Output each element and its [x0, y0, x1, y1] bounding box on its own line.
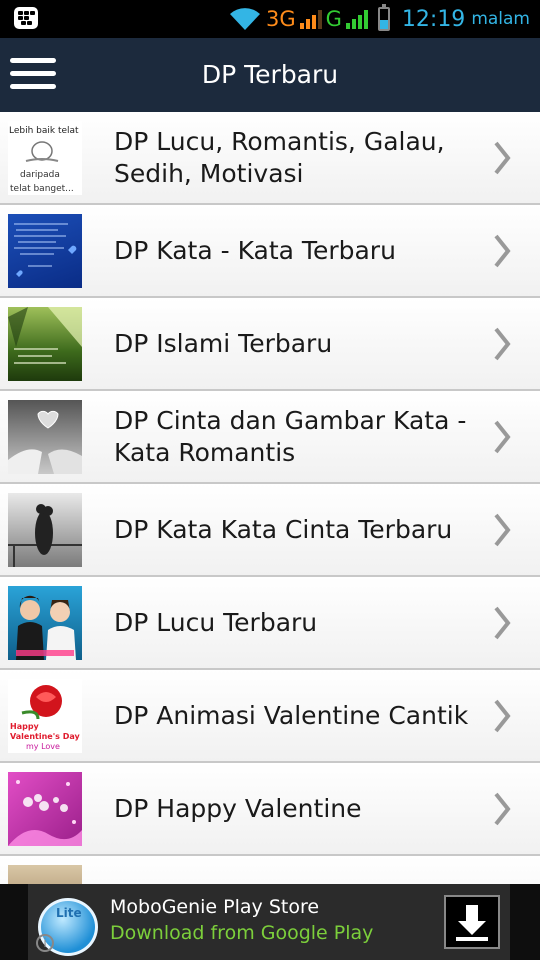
download-arrow-icon — [456, 905, 488, 941]
list-item[interactable]: DP Happy Valentine — [0, 763, 540, 856]
bbm-notification-icon — [14, 7, 38, 29]
clock-period: malam — [471, 9, 530, 29]
ad-content[interactable]: Lite MoboGenie Play Store Download from … — [28, 884, 510, 960]
action-bar: DP Terbaru — [0, 38, 540, 112]
list-item-label: DP Kata Kata Cinta Terbaru — [114, 514, 453, 544]
chevron-right-icon — [494, 141, 511, 175]
list-item[interactable]: DP Kata - Kata Terbaru — [0, 205, 540, 298]
page-title: DP Terbaru — [201, 60, 339, 89]
list-item-label: DP Kata - Kata Terbaru — [114, 235, 396, 265]
category-list: Lebih baik telat daripada telat banget..… — [0, 112, 540, 949]
list-item-label: DP Cinta dan Gambar Kata - Kata Romantis — [114, 405, 467, 467]
battery-fill — [379, 20, 388, 29]
thumbnail — [8, 772, 82, 846]
thumbnail — [8, 400, 82, 474]
chevron-right-icon — [494, 513, 511, 547]
thumb-text: Lebih baik telat — [9, 126, 79, 136]
list-item[interactable]: DP Cinta dan Gambar Kata - Kata Romantis — [0, 391, 540, 484]
list-item[interactable]: Lebih baik telat daripada telat banget..… — [0, 112, 540, 205]
thumbnail: Lebih baik telat daripada telat banget..… — [8, 121, 82, 195]
list-item-label: DP Lucu, Romantis, Galau, Sedih, Motivas… — [114, 126, 445, 188]
chevron-right-icon — [494, 792, 511, 826]
chevron-right-icon — [494, 606, 511, 640]
thumbnail — [8, 214, 82, 288]
download-button[interactable] — [444, 895, 500, 949]
thumb-text: Valentine's Day — [10, 732, 80, 741]
list-item-label: DP Happy Valentine — [114, 793, 362, 823]
chevron-right-icon — [494, 234, 511, 268]
thumb-text: daripada — [20, 170, 60, 180]
network-3g-label: 3G — [265, 7, 296, 31]
clock: 12:19 — [401, 6, 466, 32]
thumbnail: Happy Valentine's Day my Love — [8, 679, 82, 753]
battery-icon — [377, 4, 390, 31]
list-item[interactable]: Happy Valentine's Day my Love DP Animasi… — [0, 670, 540, 763]
info-icon[interactable]: i — [36, 934, 54, 952]
chevron-right-icon — [494, 420, 511, 454]
thumb-text: Happy — [10, 722, 40, 731]
status-bar: 3G G 12:19 malam — [0, 0, 540, 38]
list-item-label: DP Lucu Terbaru — [114, 607, 318, 637]
thumbnail — [8, 493, 82, 567]
ad-banner[interactable]: Lite MoboGenie Play Store Download from … — [0, 884, 540, 960]
list-item[interactable]: DP Islami Terbaru — [0, 298, 540, 391]
logo-text: Lite — [56, 906, 82, 920]
wifi-icon — [229, 8, 260, 30]
chevron-right-icon — [494, 327, 511, 361]
list-item[interactable]: DP Lucu Terbaru — [0, 577, 540, 670]
signal-3g-icon — [299, 9, 322, 29]
chevron-right-icon — [494, 699, 511, 733]
thumbnail — [8, 307, 82, 381]
ad-title: MoboGenie Play Store — [110, 896, 320, 918]
list-item-label: DP Animasi Valentine Cantik — [114, 700, 469, 730]
screen: 3G G 12:19 malam DP Terbaru Lebih baik t… — [0, 0, 540, 960]
list-item-label: DP Islami Terbaru — [114, 328, 333, 358]
thumbnail — [8, 586, 82, 660]
list-item[interactable]: DP Kata Kata Cinta Terbaru — [0, 484, 540, 577]
signal-g-icon — [345, 9, 368, 29]
ad-subtitle: Download from Google Play — [110, 922, 374, 944]
thumb-text: telat banget... — [10, 184, 74, 194]
thumb-text: my Love — [26, 742, 60, 751]
network-g-label: G — [325, 7, 342, 31]
